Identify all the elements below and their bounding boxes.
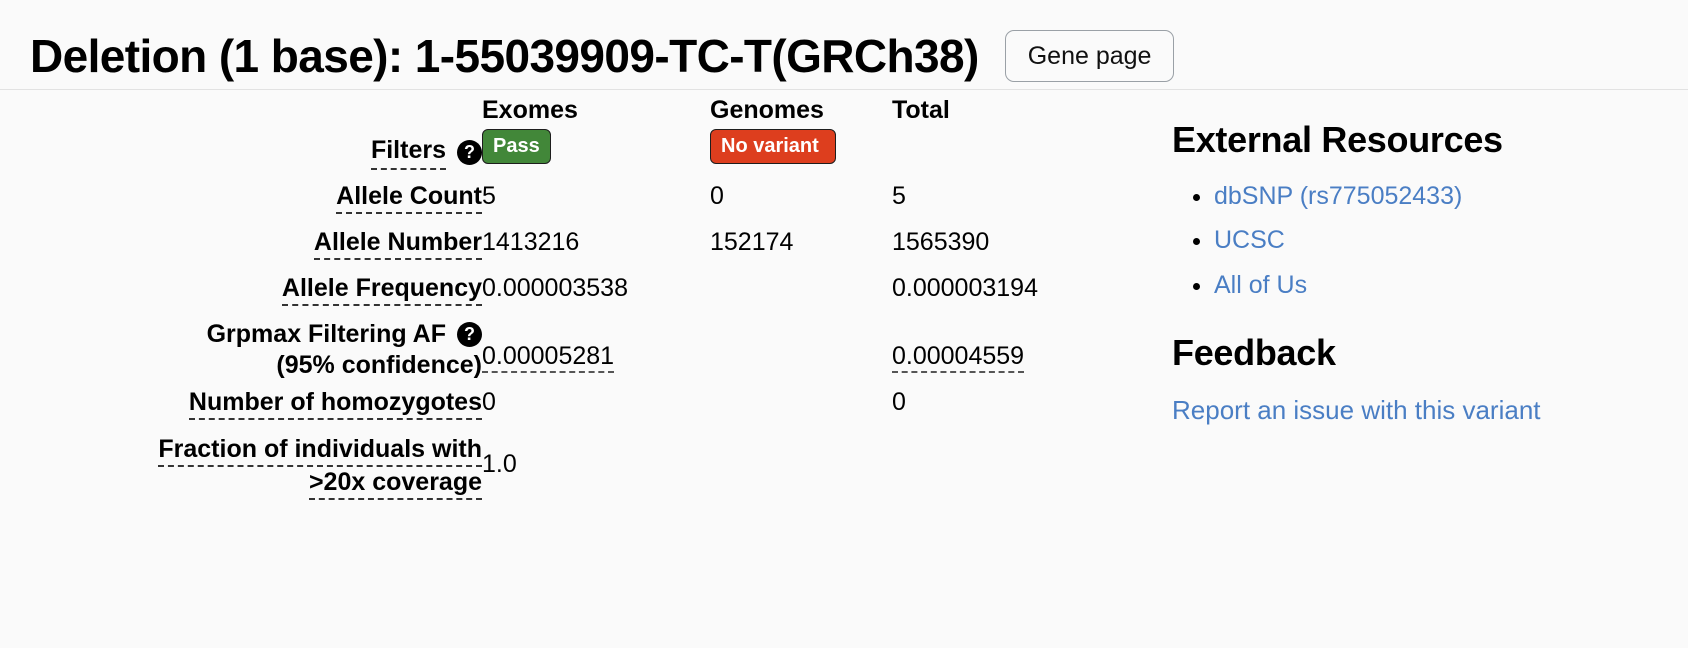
cell-allele-count-total: 5 (892, 181, 906, 210)
cell-coverage-total (892, 433, 1125, 499)
cell-grpmax-exomes: 0.00005281 (482, 319, 710, 387)
link-report-issue[interactable]: Report an issue with this variant (1172, 395, 1541, 425)
cell-allele-count-genomes: 0 (710, 181, 724, 210)
external-resources-heading: External Resources (1172, 119, 1503, 160)
main-content: Exomes Genomes Total Filters ? Pass No v… (0, 90, 1688, 500)
link-all-of-us[interactable]: All of Us (1214, 271, 1307, 299)
feedback-heading: Feedback (1172, 332, 1336, 374)
table-header-row: Exomes Genomes Total (30, 96, 1125, 125)
row-label-allele-number: Allele Number (30, 227, 482, 273)
row-label-allele-count-text: Allele Count (336, 181, 482, 214)
cell-homozygotes-total: 0 (892, 387, 906, 416)
list-item: dbSNP (rs775052433) (1214, 174, 1658, 219)
gene-page-button[interactable]: Gene page (1004, 29, 1175, 82)
feedback-link-wrapper: Report an issue with this variant (1172, 395, 1658, 426)
cell-homozygotes-genomes (710, 387, 892, 433)
row-label-allele-frequency-text: Allele Frequency (281, 273, 482, 306)
table-row-filters: Filters ? Pass No variant (30, 125, 1125, 181)
cell-allele-number-genomes: 152174 (710, 227, 794, 256)
table-row-allele-frequency: Allele Frequency 0.000003538 0.000003194 (30, 273, 1125, 319)
column-header-total: Total (892, 96, 950, 124)
status-badge-pass: Pass (482, 128, 551, 164)
cell-allele-count-exomes: 5 (482, 181, 496, 210)
row-label-grpmax-line1: Grpmax Filtering AF (206, 319, 446, 348)
link-dbsnp[interactable]: dbSNP (rs775052433) (1214, 182, 1462, 210)
status-badge-no-variant: No variant (710, 128, 836, 164)
page-header: Deletion (1 base): 1-55039909-TC-T(GRCh3… (0, 0, 1688, 90)
cell-coverage-genomes (710, 433, 892, 499)
list-item: UCSC (1214, 218, 1658, 263)
cell-allele-frequency-genomes (710, 273, 892, 319)
cell-grpmax-total: 0.00004559 (892, 319, 1125, 387)
row-label-filters: Filters ? (30, 125, 482, 181)
external-resources-list: dbSNP (rs775052433) UCSC All of Us (1174, 174, 1658, 308)
help-icon[interactable]: ? (457, 322, 482, 347)
row-label-allele-frequency: Allele Frequency (30, 273, 482, 319)
row-label-allele-number-text: Allele Number (313, 227, 482, 260)
cell-filters-total (892, 125, 1125, 181)
cell-homozygotes-exomes: 0 (482, 387, 496, 416)
cell-grpmax-exomes-value: 0.00005281 (482, 341, 615, 373)
table-row-coverage-fraction: Fraction of individuals with >20x covera… (30, 433, 1125, 500)
table-row-grpmax-filtering-af: Grpmax Filtering AF ? (95% confidence) 0… (30, 319, 1125, 387)
column-header-blank (30, 96, 482, 125)
list-item: All of Us (1214, 263, 1658, 308)
cell-allele-frequency-exomes: 0.000003538 (482, 273, 628, 302)
help-icon[interactable]: ? (457, 140, 482, 165)
row-label-filters-text: Filters (370, 135, 446, 171)
row-label-coverage-line2: >20x coverage (308, 467, 482, 500)
cell-coverage-exomes: 1.0 (482, 449, 517, 478)
row-label-grpmax-line2: (95% confidence) (276, 351, 482, 380)
side-panel: External Resources dbSNP (rs775052433) U… (1130, 90, 1658, 426)
link-ucsc[interactable]: UCSC (1214, 226, 1285, 254)
variant-detail-panel: Exomes Genomes Total Filters ? Pass No v… (30, 90, 1130, 500)
table-row-allele-number: Allele Number 1413216 152174 1565390 (30, 227, 1125, 273)
cell-grpmax-total-value: 0.00004559 (892, 341, 1025, 373)
row-label-allele-count: Allele Count (30, 181, 482, 227)
cell-allele-number-total: 1565390 (892, 227, 990, 256)
cell-filters-genomes: No variant (710, 125, 892, 181)
cell-filters-exomes: Pass (482, 125, 710, 181)
variant-table: Exomes Genomes Total Filters ? Pass No v… (30, 96, 1125, 500)
row-label-grpmax-filtering-af: Grpmax Filtering AF ? (95% confidence) (30, 319, 482, 387)
column-header-genomes: Genomes (710, 96, 824, 124)
cell-grpmax-genomes (710, 319, 892, 387)
table-row-allele-count: Allele Count 5 0 5 (30, 181, 1125, 227)
table-row-number-of-homozygotes: Number of homozygotes 0 0 (30, 387, 1125, 433)
row-label-number-of-homozygotes-text: Number of homozygotes (188, 387, 482, 420)
column-header-exomes: Exomes (482, 96, 578, 124)
page-title: Deletion (1 base): 1-55039909-TC-T(GRCh3… (30, 29, 979, 82)
row-label-coverage-line1: Fraction of individuals with (158, 434, 482, 467)
cell-allele-number-exomes: 1413216 (482, 227, 580, 256)
row-label-coverage-fraction: Fraction of individuals with >20x covera… (30, 433, 482, 500)
row-label-number-of-homozygotes: Number of homozygotes (30, 387, 482, 433)
cell-allele-frequency-total: 0.000003194 (892, 273, 1038, 302)
